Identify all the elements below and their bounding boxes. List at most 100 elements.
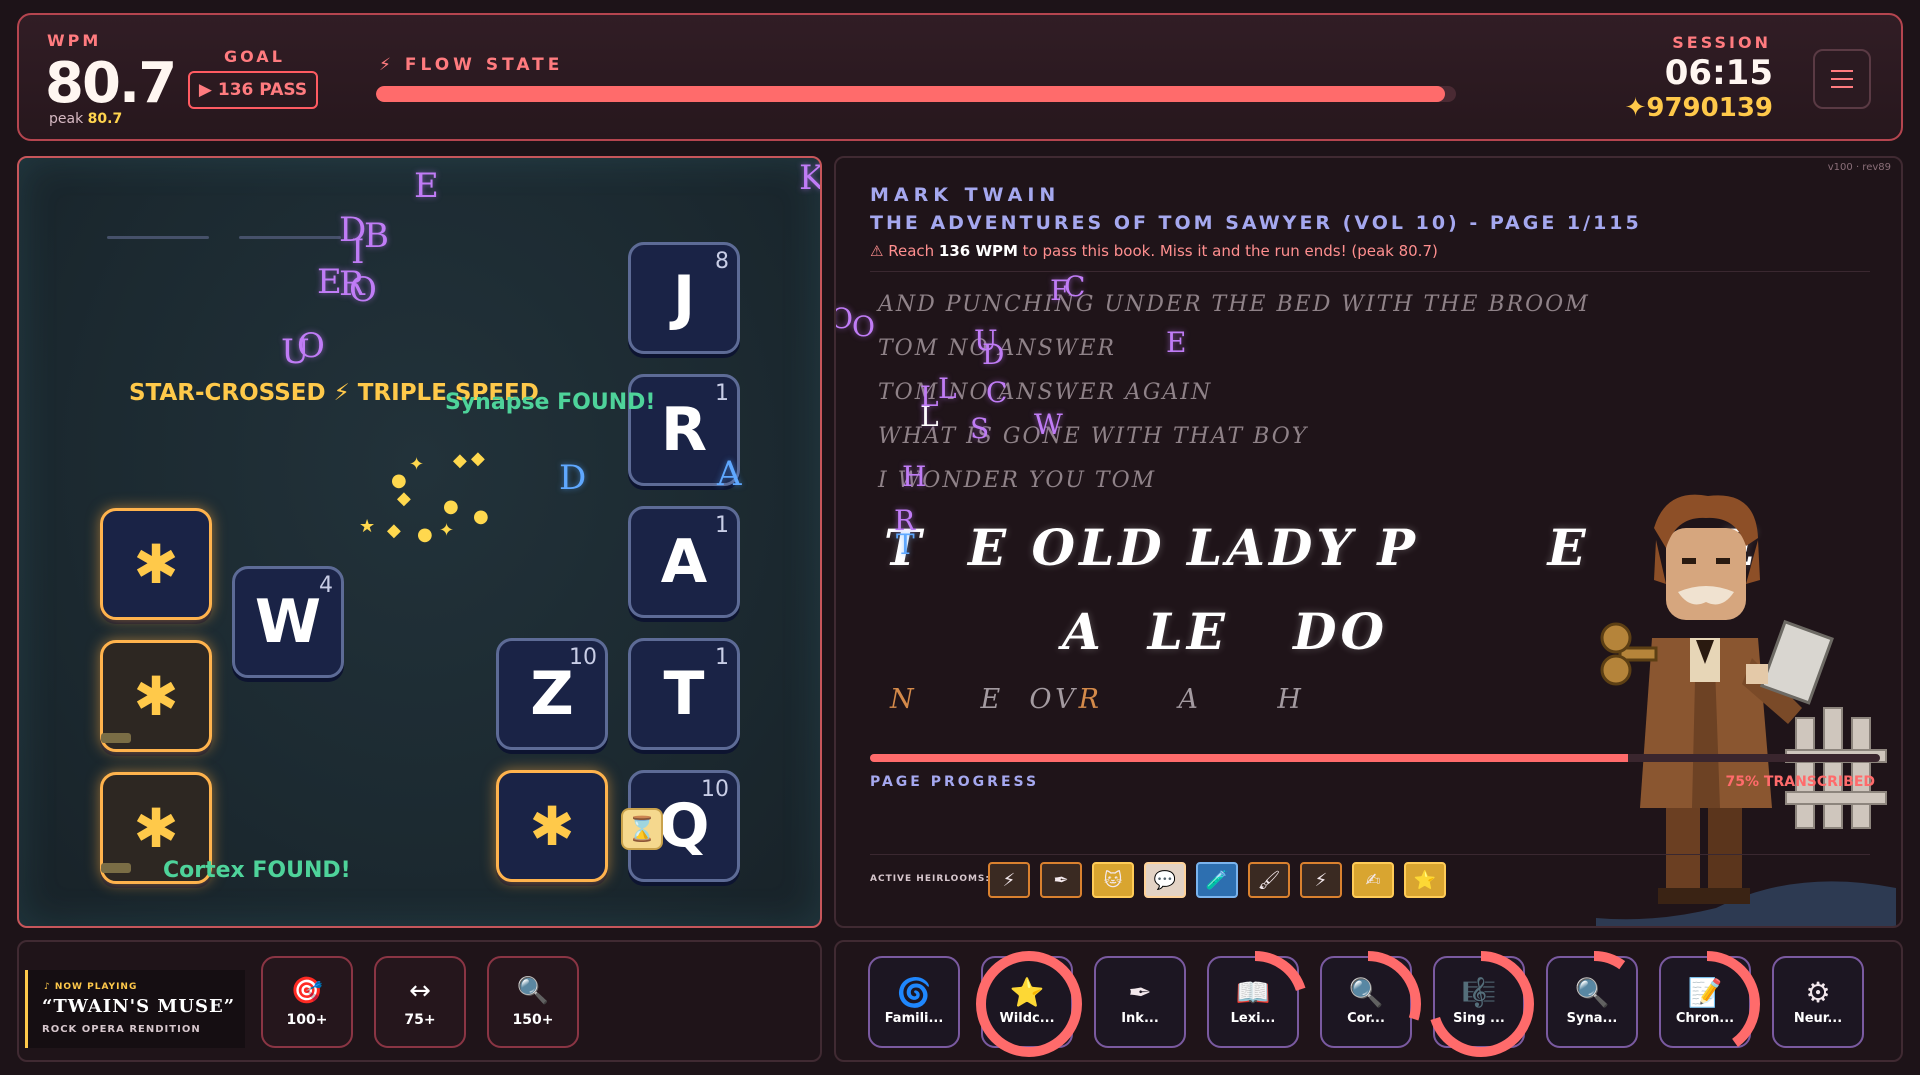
skill-bar: 🌀 Famili... ⭐ Wildc... ✒ Ink... 📖 Lexi... 🔍 Cor..…: [834, 940, 1903, 1062]
divider: [870, 854, 1870, 855]
now-playing-title: “TWAIN'S MUSE”: [42, 996, 236, 1017]
floating-letter: O: [852, 310, 875, 343]
page-progress-bar: [870, 754, 1880, 762]
hourglass-icon[interactable]: ⌛: [621, 808, 663, 850]
book-panel: v100 · rev89 MARK TWAIN THE ADVENTURES O…: [834, 156, 1903, 928]
heirloom-cat-icon[interactable]: 🐱: [1092, 862, 1134, 898]
tile-charge-bar: [101, 733, 131, 743]
menu-icon: [1831, 70, 1853, 72]
floating-letter: D: [559, 458, 587, 498]
found-message: Cortex FOUND!: [163, 858, 351, 883]
now-playing-subtitle: ROCK OPERA RENDITION: [42, 1024, 201, 1035]
sparkle-icon: ●: [443, 496, 459, 517]
familiar-icon: 🌀: [896, 975, 932, 1009]
skill-familiar-button[interactable]: 🌀 Famili...: [868, 956, 960, 1048]
flow-state-bar: [376, 86, 1456, 102]
sparkle-icon: ◆: [471, 448, 485, 469]
asterisk-icon: ✱: [529, 794, 575, 858]
heirloom-star-icon[interactable]: ⭐: [1404, 862, 1446, 898]
typed-line: AND PUNCHING UNDER THE BED WITH THE BROO…: [878, 292, 1590, 317]
found-message: Synapse FOUND!: [445, 390, 656, 415]
letter-tile[interactable]: A1: [628, 506, 740, 618]
mark-twain-figure: [1596, 494, 1896, 926]
wpm-label: WPM: [47, 31, 102, 50]
floating-letter: H: [902, 460, 927, 493]
floating-letter: W: [1034, 408, 1063, 441]
sparkle-icon: ◆: [397, 488, 411, 509]
flow-state-fill: [376, 86, 1446, 102]
page-progress-percent: 75% TRANSCRIBED: [1725, 774, 1875, 790]
floating-letter: C: [986, 376, 1008, 409]
swap-arrows-icon: ↔: [409, 976, 431, 1006]
skill-label: Famili...: [884, 1010, 944, 1026]
heirloom-hand-icon[interactable]: ✍: [1352, 862, 1394, 898]
powerup-search-button[interactable]: 🔍 150+: [487, 956, 579, 1048]
flow-state-label: ⚡ FLOW STATE: [379, 55, 564, 75]
skill-ink-button[interactable]: ✒ Ink...: [1094, 956, 1186, 1048]
powerup-swap-button[interactable]: ↔ 75+: [374, 956, 466, 1048]
heirloom-brush-icon[interactable]: 🖌: [1248, 862, 1290, 898]
floating-letter: C: [1064, 270, 1086, 303]
asterisk-icon: ✱: [133, 796, 179, 860]
divider: [870, 271, 1870, 272]
skill-chronicle-button[interactable]: 📝 Chron...: [1654, 951, 1760, 1057]
lexicon-icon: 📖: [1235, 975, 1271, 1009]
skill-label: Lexi...: [1230, 1010, 1276, 1026]
heirloom-bolt-icon[interactable]: ⚡: [988, 862, 1030, 898]
score-value: ✦9790139: [1624, 93, 1773, 123]
sparkle-icon: ◆: [453, 450, 467, 471]
neural-icon: ⚙: [1805, 975, 1831, 1009]
heirloom-bolt-icon[interactable]: ⚡: [1300, 862, 1342, 898]
heirloom-quill-icon[interactable]: ✒: [1040, 862, 1082, 898]
letter-tile[interactable]: J8: [628, 242, 740, 354]
letter-tile[interactable]: Z 10: [496, 638, 608, 750]
floating-letter: E: [1166, 326, 1187, 359]
skill-synapse-button[interactable]: 🔍 Syna...: [1541, 951, 1647, 1057]
asterisk-icon: ✱: [133, 532, 179, 596]
skill-label: Syna...: [1566, 1010, 1618, 1026]
wildcard-icon: ⭐: [1009, 975, 1045, 1009]
sparkle-icon: ✦: [439, 520, 455, 541]
floating-letter: L: [920, 380, 939, 413]
page-progress-label: PAGE PROGRESS: [870, 774, 1040, 790]
now-playing-panel: ♪ NOW PLAYING “TWAIN'S MUSE” ROCK OPERA …: [17, 940, 822, 1062]
upcoming-line: N E OVR A H: [890, 684, 1305, 715]
now-playing-label: ♪ NOW PLAYING: [44, 982, 138, 992]
skill-cortex-button[interactable]: 🔍 Cor...: [1315, 951, 1421, 1057]
skill-lexicon-button[interactable]: 📖 Lexi...: [1202, 951, 1308, 1057]
menu-button[interactable]: [1813, 49, 1871, 109]
session-label: SESSION: [1672, 33, 1771, 52]
chronicle-icon: 📝: [1687, 975, 1723, 1009]
top-bar: WPM 80.7 peak 80.7 GOAL ▶ 136 PASS ⚡ FLO…: [17, 13, 1903, 141]
word-slot: [107, 236, 209, 239]
powerup-target-button[interactable]: 🎯 100+: [261, 956, 353, 1048]
skill-label: Wildc...: [999, 1010, 1055, 1026]
sparkle-icon: ✦: [409, 454, 425, 475]
asterisk-icon: ✱: [133, 664, 179, 728]
wildcard-tile[interactable]: ✱: [100, 508, 212, 620]
heirloom-flask-icon[interactable]: 🧪: [1196, 862, 1238, 898]
floating-letter: L: [938, 372, 957, 405]
cortex-icon: 🔍: [1348, 975, 1384, 1009]
now-playing-card: ♪ NOW PLAYING “TWAIN'S MUSE” ROCK OPERA …: [25, 970, 245, 1048]
floating-letter: T: [896, 528, 915, 561]
skill-wildcard-button[interactable]: ⭐ Wildc...: [976, 951, 1082, 1057]
floating-letter: A: [717, 454, 742, 494]
heirloom-speech-icon[interactable]: 💬: [1144, 862, 1186, 898]
skill-neural-button[interactable]: ⚙ Neur...: [1772, 956, 1864, 1048]
letter-tile[interactable]: T1: [628, 638, 740, 750]
skill-label: Cor...: [1347, 1010, 1385, 1026]
skill-label: Neur...: [1793, 1010, 1843, 1026]
target-icon: 🎯: [290, 976, 324, 1006]
magnifier-icon: 🔍: [516, 976, 550, 1006]
tile-charge-bar: [101, 863, 131, 873]
wpm-peak: peak 80.7: [49, 111, 123, 127]
session-timer: 06:15: [1664, 53, 1773, 93]
skill-sing-button[interactable]: 🎼 Sing ...: [1428, 951, 1534, 1057]
sparkle-icon: ●: [417, 524, 433, 545]
wildcard-tile[interactable]: ✱: [496, 770, 608, 882]
skill-label: Chron...: [1675, 1010, 1735, 1026]
letter-board: J8 R1 A1 T1 Q 10 Z 10 W4 ✱ ✱ ✱ ✱ ⌛ STAR-CR…: [17, 156, 822, 928]
version-label: v100 · rev89: [1827, 162, 1891, 173]
letter-tile[interactable]: W4: [232, 566, 344, 678]
